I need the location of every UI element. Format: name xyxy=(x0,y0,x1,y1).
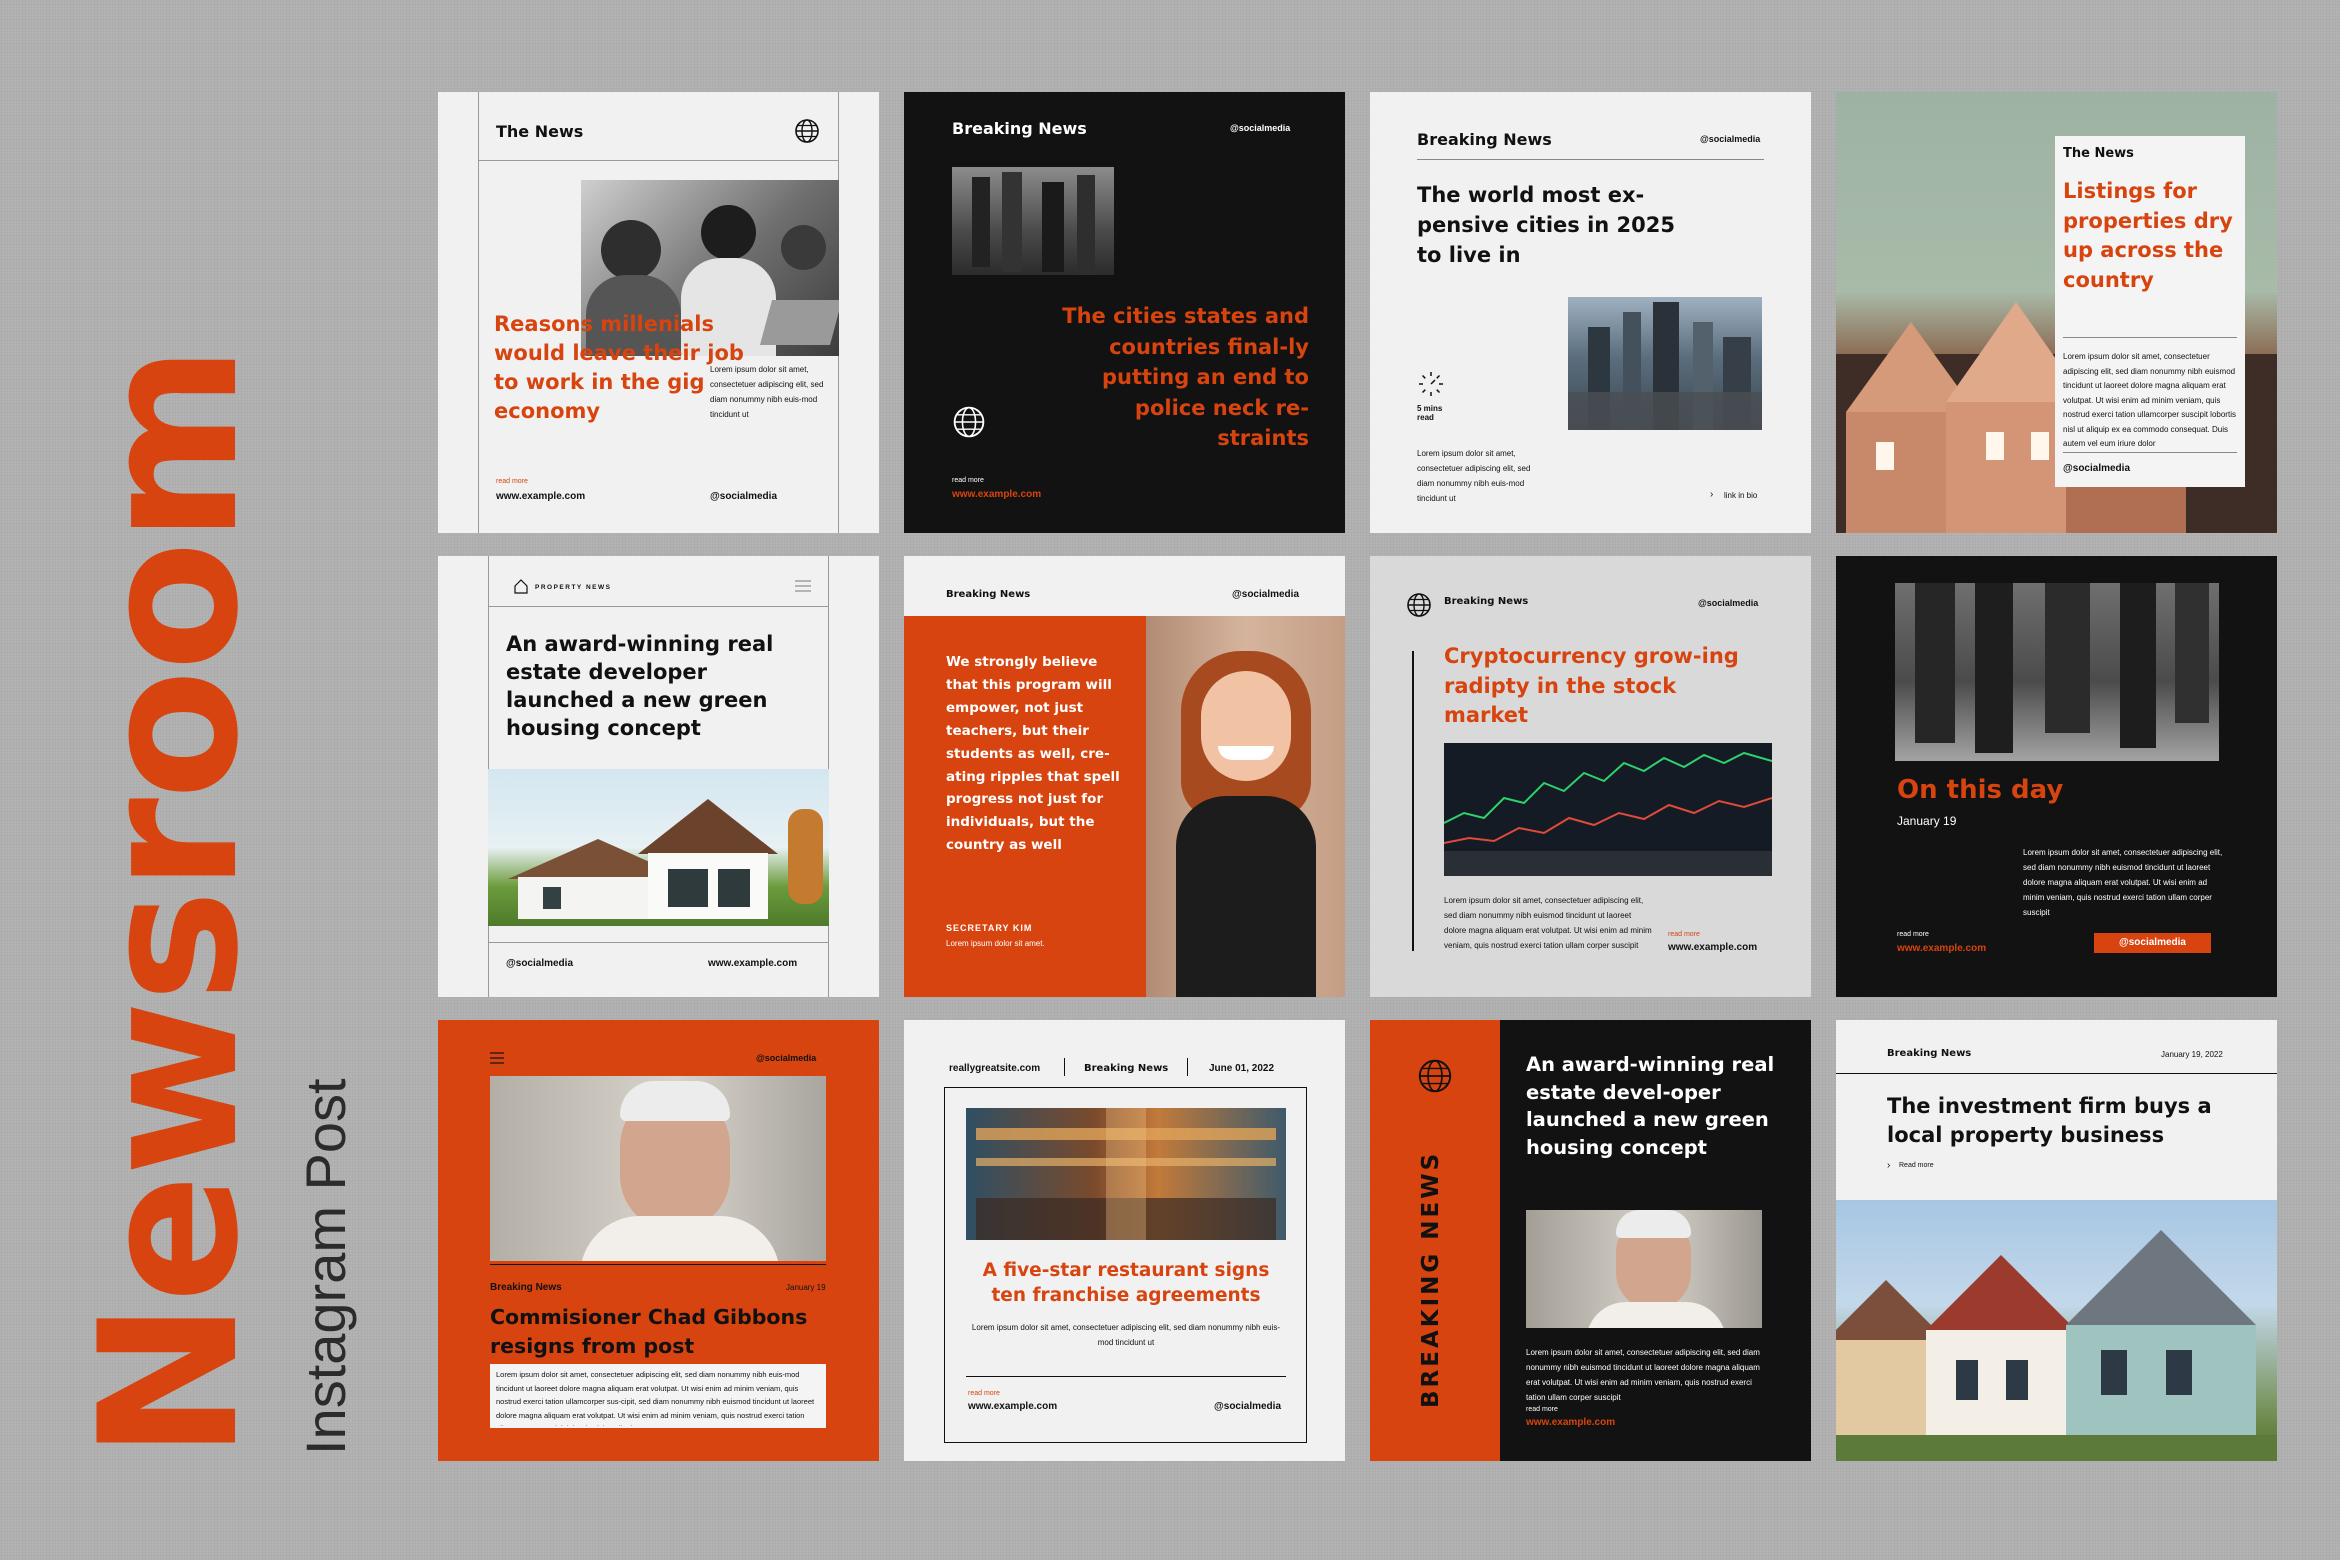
read-more-link[interactable]: read more xyxy=(968,1390,1000,1397)
globe-icon[interactable] xyxy=(952,405,986,439)
headline: A five-star restaurant signs ten franchi… xyxy=(982,1260,1270,1306)
social-handle-button[interactable]: @socialmedia xyxy=(2094,933,2211,953)
social-handle[interactable]: @socialmedia xyxy=(1698,598,1758,608)
website-link[interactable]: www.example.com xyxy=(496,491,585,502)
card-investment-firm[interactable]: Breaking News January 19, 2022 The inves… xyxy=(1836,1020,2277,1461)
social-handle[interactable]: @socialmedia xyxy=(1230,123,1290,133)
date-label: January 19, 2022 xyxy=(2161,1050,2223,1059)
card-secretary-quote[interactable]: Breaking News @socialmedia We strongly b… xyxy=(904,556,1345,997)
read-more-link[interactable]: read more xyxy=(1668,931,1700,938)
date-label: January 19 xyxy=(1897,814,1957,828)
website-link[interactable]: www.example.com xyxy=(1526,1417,1615,1428)
page-subtitle: Instagram Post xyxy=(294,1078,357,1455)
body-text: Lorem ipsum dolor sit amet, consectetuer… xyxy=(971,1323,1281,1347)
website-link[interactable]: www.example.com xyxy=(968,1401,1057,1412)
headline: An award-winning real estate developer l… xyxy=(506,632,774,740)
body-text: Lorem ipsum dolor sit amet, consectetuer… xyxy=(710,365,824,419)
card-the-news-millenials[interactable]: The News Reasons millenials would leave … xyxy=(438,92,879,533)
chevron-right-icon[interactable]: › xyxy=(1887,1160,1890,1171)
speaker-name: SECRETARY KIM xyxy=(946,923,1033,933)
card-property-news[interactable]: PROPERTY NEWS An award-winning real esta… xyxy=(438,556,879,997)
social-handle[interactable]: @socialmedia xyxy=(1700,134,1760,144)
date-label: January 19 xyxy=(786,1283,826,1292)
headline: Commisioner Chad Gibbons resigns from po… xyxy=(490,1305,808,1358)
social-handle[interactable]: @socialmedia xyxy=(710,491,777,502)
social-handle[interactable]: @socialmedia xyxy=(2063,463,2130,474)
social-handle[interactable]: @socialmedia xyxy=(506,958,573,969)
chevron-right-icon[interactable]: › xyxy=(1710,489,1713,500)
body-text: Lorem ipsum dolor sit amet. xyxy=(946,939,1045,948)
website-link[interactable]: www.example.com xyxy=(708,958,797,969)
brand-label: Breaking News xyxy=(952,119,1087,138)
card-commisioner-resigns[interactable]: @socialmedia Breaking News January 19 Co… xyxy=(438,1020,879,1461)
link-in-bio[interactable]: link in bio xyxy=(1724,491,1757,500)
read-more-link[interactable]: read more xyxy=(496,478,528,485)
city-photo xyxy=(1568,297,1762,430)
read-time: 5 mins read xyxy=(1417,404,1443,422)
woman-photo xyxy=(1146,616,1345,997)
quote-text: We strongly believe that this program wi… xyxy=(946,654,1120,854)
headline: An award-winning real estate devel-oper … xyxy=(1526,1053,1775,1160)
victorian-houses-photo xyxy=(1836,1200,2277,1461)
brand-label: PROPERTY NEWS xyxy=(535,584,612,591)
card-listings-properties[interactable]: The News Listings for properties dry up … xyxy=(1836,92,2277,533)
card-breaking-news-police[interactable]: Breaking News @socialmedia The cities st… xyxy=(904,92,1345,533)
card-five-star-restaurant[interactable]: reallygreatsite.com Breaking News June 0… xyxy=(904,1020,1345,1461)
card-cryptocurrency[interactable]: Breaking News @socialmedia Cryptocurrenc… xyxy=(1370,556,1811,997)
headline: The cities states and countries final-ly… xyxy=(1062,304,1309,450)
brand-label: Breaking News xyxy=(1444,596,1529,607)
body-text: Lorem ipsum dolor sit amet, consectetuer… xyxy=(1444,896,1652,950)
card-expensive-cities[interactable]: Breaking News @socialmedia The world mos… xyxy=(1370,92,1811,533)
clock-icon xyxy=(1419,372,1443,396)
brand-label: Breaking News xyxy=(946,589,1031,600)
headline: On this day xyxy=(1897,775,2064,805)
site-label[interactable]: reallygreatsite.com xyxy=(949,1063,1040,1074)
brand-label: Breaking News xyxy=(1084,1063,1169,1074)
man-portrait-photo xyxy=(490,1076,826,1261)
brand-label: Breaking News xyxy=(490,1282,562,1293)
globe-icon[interactable] xyxy=(1417,1058,1453,1094)
house-photo xyxy=(488,769,829,926)
police-boots-photo xyxy=(1895,583,2219,761)
brand-label: The News xyxy=(496,122,584,141)
social-handle[interactable]: @socialmedia xyxy=(1232,589,1299,600)
brand-label: Breaking News xyxy=(1417,130,1552,149)
headline: Cryptocurrency grow-ing radipty in the s… xyxy=(1444,644,1739,727)
stock-chart-photo xyxy=(1444,743,1772,876)
card-on-this-day[interactable]: On this day January 19 Lorem ipsum dolor… xyxy=(1836,556,2277,997)
home-icon[interactable] xyxy=(513,578,529,594)
side-label: BREAKING NEWS xyxy=(1418,1150,1444,1408)
read-more-link[interactable]: read more xyxy=(1526,1406,1558,1413)
website-link[interactable]: www.example.com xyxy=(952,489,1041,500)
page-title: Newsroom xyxy=(59,346,280,1460)
headline: Listings for properties dry up across th… xyxy=(2063,179,2233,292)
social-handle: @socialmedia xyxy=(2118,937,2186,948)
headline: The world most ex-pensive cities in 2025… xyxy=(1417,183,1676,267)
website-link[interactable]: www.example.com xyxy=(1897,943,1986,954)
read-more-link[interactable]: read more xyxy=(1897,931,1929,938)
read-more-link[interactable]: Read more xyxy=(1899,1162,1934,1169)
menu-icon[interactable] xyxy=(795,579,811,593)
globe-icon[interactable] xyxy=(794,118,820,144)
brand-label: Breaking News xyxy=(1887,1048,1972,1059)
social-handle[interactable]: @socialmedia xyxy=(1214,1401,1281,1412)
body-text: Lorem ipsum dolor sit amet, consectetuer… xyxy=(1526,1348,1760,1402)
read-more-link[interactable]: read more xyxy=(952,477,984,484)
man-portrait-photo xyxy=(1526,1210,1762,1328)
body-text: Lorem ipsum dolor sit amet, consectetuer… xyxy=(496,1370,815,1426)
headline: The investment firm buys a local propert… xyxy=(1887,1094,2212,1147)
menu-icon[interactable] xyxy=(490,1052,504,1064)
brand-label: The News xyxy=(2063,146,2134,161)
police-photo xyxy=(952,167,1114,275)
restaurant-photo xyxy=(966,1108,1286,1240)
date-label: June 01, 2022 xyxy=(1209,1063,1275,1074)
globe-icon[interactable] xyxy=(1406,592,1432,618)
card-breaking-news-developer[interactable]: BREAKING NEWS An award-winning real esta… xyxy=(1370,1020,1811,1461)
body-text: Lorem ipsum dolor sit amet, consectetuer… xyxy=(1417,449,1531,503)
body-text: Lorem ipsum dolor sit amet, consectetuer… xyxy=(2063,352,2236,448)
website-link[interactable]: www.example.com xyxy=(1668,942,1757,953)
social-handle[interactable]: @socialmedia xyxy=(756,1053,816,1063)
body-text: Lorem ipsum dolor sit amet, consectetuer… xyxy=(2023,848,2223,917)
